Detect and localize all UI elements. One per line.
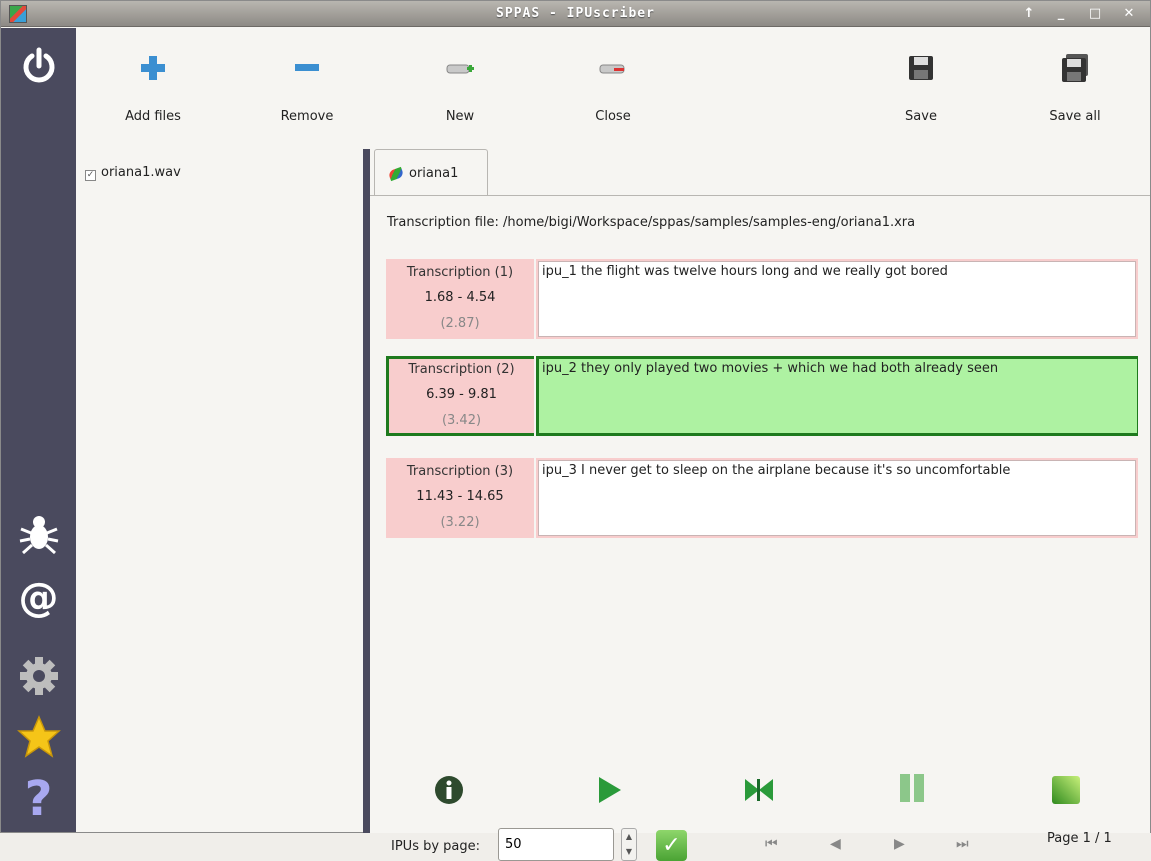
bug-icon[interactable] [1, 511, 76, 559]
play-segment-icon[interactable] [742, 773, 776, 807]
left-sidebar: @ ? [1, 28, 76, 832]
save-label: Save [905, 109, 937, 124]
floppy-icon [909, 56, 933, 80]
window-title: SPPAS - IPUscriber [496, 6, 655, 21]
next-page-icon[interactable]: ▶ [894, 836, 905, 852]
file-item-label: oriana1.wav [101, 165, 181, 180]
ipu-entry: Transcription (1) 1.68 - 4.54 (2.87) ipu… [386, 259, 1138, 339]
apply-button[interactable]: ✓ [656, 830, 687, 861]
ipu-info: Transcription (1) 1.68 - 4.54 (2.87) [386, 259, 534, 339]
floppy-multiple-icon [1062, 54, 1088, 82]
star-icon[interactable] [1, 715, 76, 763]
remove-label: Remove [280, 109, 334, 124]
close-label: Close [595, 109, 631, 124]
ipu-range: 1.68 - 4.54 [424, 290, 496, 305]
tab-label: oriana1 [409, 166, 459, 181]
minus-icon [295, 64, 319, 71]
ipu-info: Transcription (2) 6.39 - 9.81 (3.42) [386, 356, 534, 436]
save-button[interactable]: Save [866, 28, 976, 143]
page-indicator: Page 1 / 1 [1047, 831, 1112, 846]
ipu-entry-active: Transcription (2) 6.39 - 9.81 (3.42) ipu… [386, 356, 1138, 436]
tab-oriana1[interactable]: oriana1 [374, 149, 488, 195]
save-all-button[interactable]: Save all [1020, 28, 1130, 143]
ipu-duration: (3.22) [440, 515, 480, 530]
toolbar: Add files Remove New Close Save Save all [77, 28, 1150, 143]
ipu-pane: Transcription file: /home/bigi/Workspace… [370, 195, 1150, 861]
ipu-text-field[interactable]: ipu_3 I never get to sleep on the airpla… [538, 460, 1136, 536]
checkbox-icon[interactable]: ✓ [85, 170, 96, 181]
close-window-button[interactable]: ✕ [1119, 5, 1139, 23]
save-all-label: Save all [1049, 109, 1101, 124]
ipu-title: Transcription (2) [408, 362, 515, 377]
help-icon[interactable]: ? [1, 773, 76, 825]
close-button[interactable]: Close [558, 28, 668, 143]
gear-icon[interactable] [1, 655, 76, 701]
previous-page-icon[interactable]: ◀ [830, 836, 841, 852]
file-tree: ✓ oriana1.wav [77, 143, 363, 831]
at-icon[interactable]: @ [1, 576, 76, 620]
file-item[interactable]: ✓ oriana1.wav [85, 165, 181, 181]
close-file-icon [599, 64, 625, 74]
ipu-title: Transcription (3) [406, 464, 514, 479]
ipu-duration: (2.87) [440, 316, 480, 331]
ipus-by-page-label: IPUs by page: [391, 839, 481, 854]
minimize-button[interactable]: _ [1051, 5, 1071, 23]
title-bar: SPPAS - IPUscriber ↑ _ □ ✕ [1, 1, 1150, 27]
keep-above-button[interactable]: ↑ [1019, 5, 1039, 23]
ipu-entry: Transcription (3) 11.43 - 14.65 (3.22) i… [386, 458, 1138, 538]
power-icon[interactable] [1, 46, 76, 90]
notebook: oriana1 Transcription file: /home/bigi/W… [370, 149, 1150, 861]
add-files-button[interactable]: Add files [98, 28, 208, 143]
ipu-range: 6.39 - 9.81 [426, 387, 497, 402]
ipu-info: Transcription (3) 11.43 - 14.65 (3.22) [386, 458, 534, 538]
remove-button[interactable]: Remove [252, 28, 362, 143]
ipu-duration: (3.42) [441, 413, 482, 428]
maximize-button[interactable]: □ [1085, 5, 1105, 23]
last-page-icon[interactable]: ⏭ [956, 836, 969, 852]
pane-splitter[interactable] [363, 149, 370, 833]
first-page-icon[interactable]: ⏮ [765, 836, 778, 852]
add-files-label: Add files [125, 109, 181, 124]
app-window: SPPAS - IPUscriber ↑ _ □ ✕ @ ? Add files… [0, 0, 1151, 861]
plus-icon [141, 56, 165, 80]
colors-icon [387, 166, 405, 182]
new-file-icon [446, 64, 474, 74]
ipu-range: 11.43 - 14.65 [416, 489, 504, 504]
new-label: New [445, 109, 475, 124]
check-icon: ✓ [662, 833, 681, 858]
ipu-title: Transcription (1) [406, 265, 514, 280]
info-icon[interactable] [432, 773, 466, 807]
ipu-text-field[interactable]: ipu_1 the flight was twelve hours long a… [538, 261, 1136, 337]
stop-icon[interactable] [1049, 773, 1083, 807]
pause-icon[interactable] [895, 771, 929, 805]
transcription-file-path: Transcription file: /home/bigi/Workspace… [387, 215, 916, 230]
ipu-text-field[interactable]: ipu_2 they only played two movies + whic… [539, 359, 1137, 433]
new-button[interactable]: New [405, 28, 515, 143]
play-icon[interactable] [591, 773, 625, 807]
